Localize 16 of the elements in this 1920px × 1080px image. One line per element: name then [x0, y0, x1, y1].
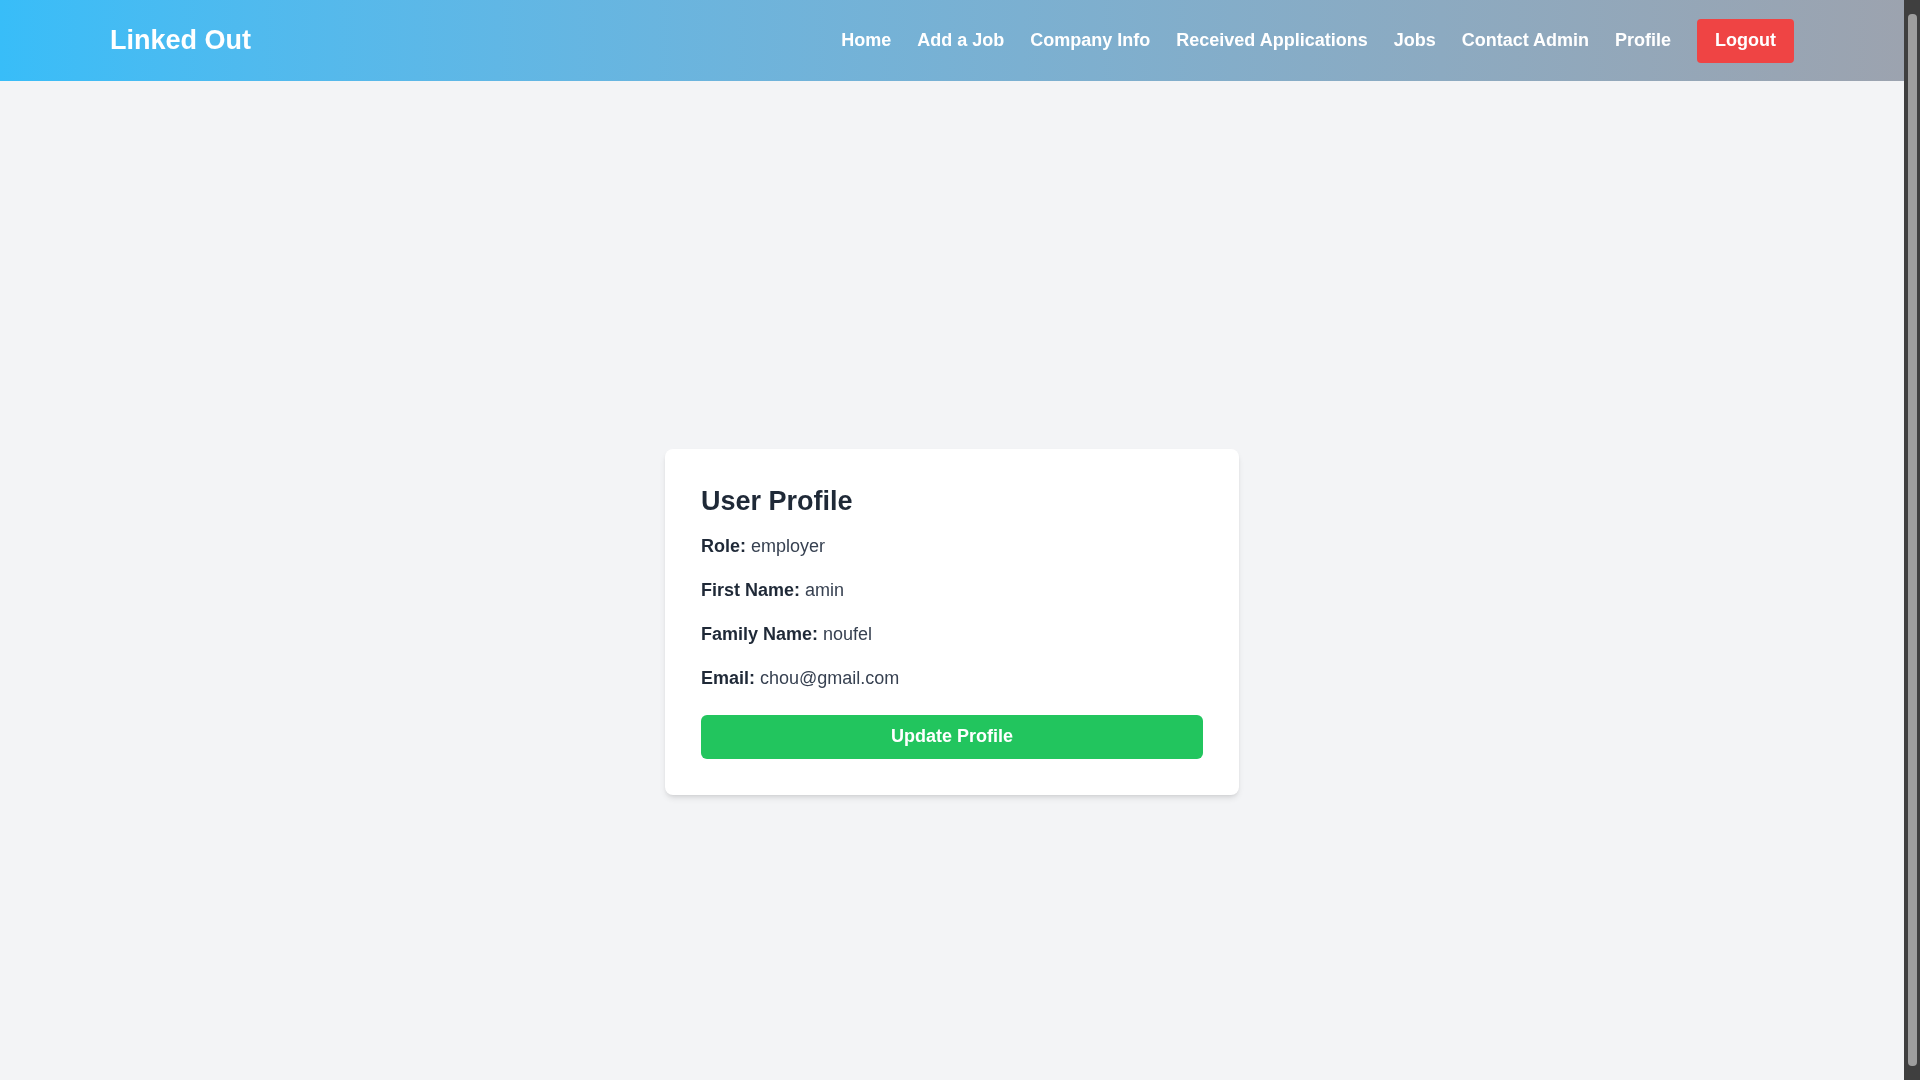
- nav-link[interactable]: Received Applications: [1176, 27, 1368, 54]
- profile-field: Family Name: noufel: [701, 620, 1203, 648]
- card-title: User Profile: [701, 485, 854, 518]
- profile-field: Email: chou@gmail.com: [701, 664, 1203, 692]
- site-logo[interactable]: Linked Out: [110, 20, 251, 61]
- nav-link[interactable]: Profile: [1615, 27, 1671, 54]
- profile-field: Role: employer: [701, 532, 1203, 560]
- nav-link[interactable]: Company Info: [1030, 27, 1151, 54]
- logout-button[interactable]: Logout: [1697, 18, 1794, 63]
- scrollbar[interactable]: [1904, 0, 1920, 1080]
- nav-link[interactable]: Contact Admin: [1461, 27, 1589, 54]
- nav-link[interactable]: Home: [841, 27, 892, 54]
- nav-link[interactable]: Add a Job: [917, 27, 1005, 54]
- update-profile-button[interactable]: Update Profile: [701, 714, 1203, 759]
- nav-link[interactable]: Jobs: [1393, 27, 1436, 54]
- profile-field: First Name: amin: [701, 576, 1203, 604]
